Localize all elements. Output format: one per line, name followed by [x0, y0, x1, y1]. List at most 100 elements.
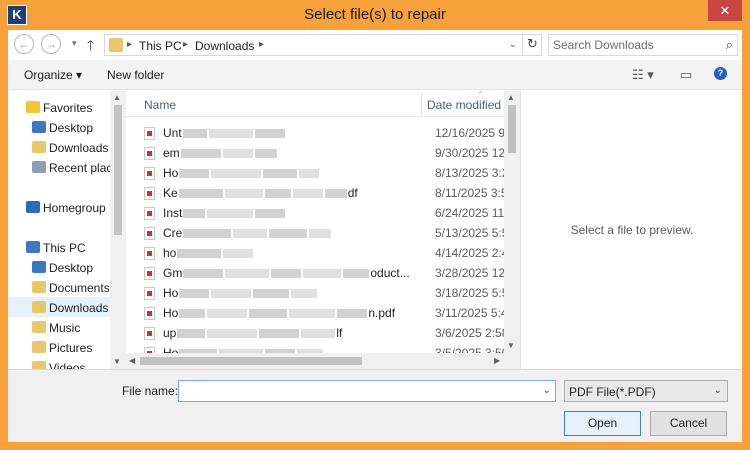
- search-input[interactable]: [553, 37, 713, 53]
- nav-item-music[interactable]: Music: [8, 317, 110, 337]
- nav-item-label: Downloads: [49, 301, 109, 315]
- column-header-name[interactable]: Name: [144, 98, 176, 112]
- scroll-up-arrow-icon[interactable]: ▲: [507, 93, 515, 102]
- file-name-visible-prefix: Inst: [163, 206, 183, 220]
- back-button[interactable]: ←: [14, 34, 34, 54]
- nav-item-recent-places[interactable]: Recent places: [8, 157, 110, 177]
- nav-item-videos[interactable]: Videos: [8, 357, 110, 369]
- search-icon[interactable]: ⌕: [726, 37, 733, 53]
- nav-item-downloads[interactable]: Downloads: [8, 137, 110, 157]
- new-folder-button[interactable]: New folder: [107, 68, 164, 82]
- redacted-text-block: [264, 189, 291, 199]
- file-name-dropdown-icon[interactable]: ⌄: [543, 385, 551, 396]
- recent-locations-dropdown-icon[interactable]: ▾: [72, 38, 77, 49]
- file-row[interactable]: Ho 3/18/2025 5:52: [126, 283, 504, 303]
- search-box[interactable]: ⌕: [548, 34, 738, 56]
- file-date-cell: 3/28/2025 12:5: [435, 266, 504, 280]
- file-row[interactable]: Ho 8/13/2025 3:27: [126, 163, 504, 183]
- cancel-button[interactable]: Cancel: [650, 411, 727, 436]
- nav-item-label: Homegroup: [43, 201, 106, 215]
- file-list-vertical-scrollbar[interactable]: ▲ ▼: [504, 91, 520, 353]
- file-date-cell: 3/18/2025 5:52: [435, 286, 504, 300]
- file-date-cell: 8/13/2025 3:27: [435, 166, 504, 180]
- file-date-cell: 12/16/2025 9:3: [435, 126, 504, 140]
- close-button[interactable]: ✕: [708, 0, 742, 21]
- dialog-window: K Select file(s) to repair ✕ ← → ▾ 🡑 ▸ T…: [0, 0, 750, 450]
- file-list-horizontal-scroll-thumb[interactable]: [140, 357, 362, 365]
- file-row[interactable]: Gm oduct... 3/28/2025 12:5: [126, 263, 504, 283]
- file-name-combobox[interactable]: ⌄: [178, 380, 556, 402]
- forward-button[interactable]: →: [41, 34, 61, 54]
- nav-pane-scrollbar[interactable]: ▲ ▼: [110, 91, 126, 369]
- nav-item-desktop[interactable]: Desktop: [8, 257, 110, 277]
- file-row[interactable]: Cre 5/13/2025 5:59: [126, 223, 504, 243]
- file-date-cell: 5/13/2025 5:59: [435, 226, 504, 240]
- nav-item-documents[interactable]: Documents: [8, 277, 110, 297]
- redacted-text-block: [269, 229, 308, 239]
- file-list-vertical-scroll-thumb[interactable]: [508, 105, 516, 153]
- organize-button[interactable]: Organize ▾: [24, 68, 82, 82]
- file-row[interactable]: up lf 3/6/2025 2:58 I: [126, 323, 504, 343]
- nav-item-favorites[interactable]: Favorites: [8, 97, 110, 117]
- star-icon: [26, 101, 40, 113]
- pdf-file-icon: [144, 187, 155, 200]
- file-row[interactable]: em 9/30/2025 12:3: [126, 143, 504, 163]
- redacted-text-block: [211, 289, 252, 299]
- column-divider[interactable]: [421, 93, 422, 115]
- refresh-icon[interactable]: ↻: [522, 34, 542, 56]
- file-name-cell: Unt: [163, 126, 417, 140]
- file-row[interactable]: Unt 12/16/2025 9:3: [126, 123, 504, 143]
- file-type-dropdown-icon[interactable]: ⌄: [714, 385, 722, 396]
- file-type-filter[interactable]: PDF File(*.PDF) ⌄: [564, 380, 728, 402]
- address-dropdown-icon[interactable]: ⌄: [509, 39, 517, 50]
- nav-item-homegroup[interactable]: Homegroup: [8, 197, 110, 217]
- address-bar[interactable]: ▸ This PC ▸ Downloads ▸ ⌄: [104, 34, 542, 56]
- redacted-text-block: [291, 289, 318, 299]
- redacted-text-block: [179, 309, 206, 319]
- nav-pane-scroll-thumb[interactable]: [114, 105, 122, 235]
- redacted-text-block: [208, 129, 253, 139]
- file-name-cell: Cre: [163, 226, 417, 240]
- navigation-bar: ← → ▾ 🡑 ▸ This PC ▸ Downloads ▸ ⌄ ↻ ⌕: [8, 30, 742, 60]
- scroll-down-arrow-icon[interactable]: ▼: [113, 357, 121, 366]
- documents-icon: [32, 281, 46, 293]
- scroll-down-arrow-icon[interactable]: ▼: [507, 341, 515, 350]
- file-row[interactable]: ho 4/14/2025 2:48: [126, 243, 504, 263]
- desktop-icon: [32, 261, 46, 273]
- open-button[interactable]: Open: [564, 411, 641, 436]
- file-name-visible-prefix: em: [163, 146, 180, 160]
- help-icon[interactable]: ?: [714, 67, 727, 80]
- redacted-text-block: [254, 149, 277, 159]
- breadcrumb-separator[interactable]: ▸: [127, 39, 132, 50]
- change-view-icon[interactable]: ☷ ▾: [632, 67, 654, 83]
- nav-item-this-pc[interactable]: This PC: [8, 237, 110, 257]
- breadcrumb-downloads[interactable]: Downloads: [195, 39, 254, 53]
- redacted-text-block: [301, 329, 336, 339]
- scroll-up-arrow-icon[interactable]: ▲: [113, 93, 121, 102]
- preview-pane-icon[interactable]: ▭: [680, 67, 692, 83]
- file-name-cell: Ke df: [163, 186, 417, 200]
- file-row[interactable]: Inst 6/24/2025 11:2: [126, 203, 504, 223]
- up-folder-button[interactable]: 🡑: [87, 35, 94, 59]
- scroll-left-arrow-icon[interactable]: ◀: [129, 356, 135, 365]
- file-row[interactable]: Ke df 8/11/2025 3:58: [126, 183, 504, 203]
- file-name-input[interactable]: [182, 383, 532, 399]
- breadcrumb-separator[interactable]: ▸: [183, 39, 188, 50]
- scroll-right-arrow-icon[interactable]: ▶: [494, 356, 500, 365]
- nav-item-pictures[interactable]: Pictures: [8, 337, 110, 357]
- nav-item-desktop[interactable]: Desktop: [8, 117, 110, 137]
- file-date-cell: 6/24/2025 11:2: [435, 206, 504, 220]
- file-name-visible-suffix: n.pdf: [368, 306, 396, 320]
- file-row[interactable]: Ho n.pdf 3/11/2025 5:44: [126, 303, 504, 323]
- column-header-date-modified[interactable]: Date modified: [427, 98, 501, 112]
- nav-item-downloads-selected[interactable]: Downloads: [8, 297, 110, 317]
- nav-item-label: This PC: [43, 241, 86, 255]
- breadcrumb-separator[interactable]: ▸: [259, 39, 264, 50]
- file-list-horizontal-scrollbar[interactable]: ◀ ▶: [126, 353, 520, 369]
- file-name-visible-prefix: up: [163, 326, 177, 340]
- breadcrumb-this-pc[interactable]: This PC: [139, 39, 182, 53]
- file-name-cell: Ho n.pdf: [163, 306, 417, 320]
- file-name-visible-prefix: Ho: [163, 306, 179, 320]
- file-name-visible-prefix: Ke: [163, 186, 178, 200]
- dialog-title: Select file(s) to repair: [304, 6, 446, 23]
